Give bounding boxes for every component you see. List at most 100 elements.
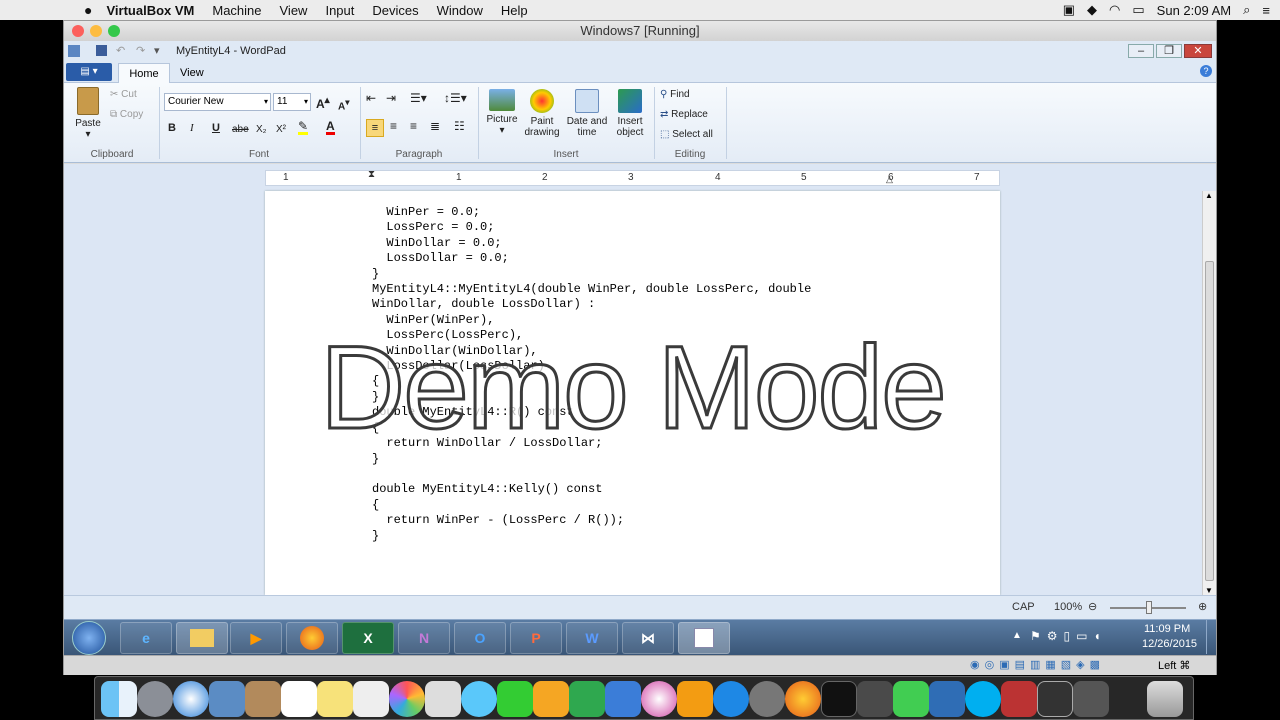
paragraph-icon[interactable]: ☷: [454, 120, 465, 132]
paint-drawing-button[interactable]: Paint drawing: [520, 89, 564, 138]
wordpad-app-icon[interactable]: [68, 45, 80, 57]
dock-app-icon[interactable]: [1001, 681, 1037, 717]
menu-view[interactable]: View: [280, 3, 308, 18]
tray-icons[interactable]: ⚑⚙▯▭◖: [1030, 629, 1107, 643]
italic-button[interactable]: I: [190, 123, 194, 134]
date-time-button[interactable]: Date and time: [564, 89, 610, 138]
dock-virtualbox-icon[interactable]: [929, 681, 965, 717]
battery-icon[interactable]: ▭: [1132, 2, 1144, 18]
dock-itunes-icon[interactable]: [641, 681, 677, 717]
decrease-indent-icon[interactable]: ⇤: [366, 92, 376, 104]
taskbar-date[interactable]: 12/26/2015: [1142, 638, 1197, 650]
highlight-icon[interactable]: ✎: [298, 120, 309, 135]
align-right-icon[interactable]: ≡: [410, 120, 417, 132]
zoom-in-icon[interactable]: ⊕: [1198, 600, 1207, 613]
minimize-icon[interactable]: [90, 25, 102, 37]
dock-numbers-icon[interactable]: [569, 681, 605, 717]
dock-firefox-icon[interactable]: [785, 681, 821, 717]
taskbar-ie-icon[interactable]: e: [120, 622, 172, 654]
scroll-thumb[interactable]: [1205, 261, 1214, 581]
menu-devices[interactable]: Devices: [372, 3, 418, 18]
taskbar-media-player-icon[interactable]: ▶: [230, 622, 282, 654]
bullets-icon[interactable]: ☰▾: [410, 92, 427, 104]
tab-home[interactable]: Home: [118, 63, 170, 84]
document-line[interactable]: double MyEntityL4::Kelly() const: [372, 482, 811, 497]
document-line[interactable]: [372, 467, 811, 482]
ruler[interactable]: 1 1 2 3 4 5 6 7 ⧗ △: [265, 169, 1000, 186]
taskbar-onenote-icon[interactable]: N: [398, 622, 450, 654]
show-desktop-button[interactable]: [1206, 620, 1216, 654]
windows-start-icon[interactable]: [72, 621, 106, 655]
close-button[interactable]: ✕: [1184, 44, 1212, 58]
dock-video-icon[interactable]: [1073, 681, 1109, 717]
facetime-icon[interactable]: ▣: [1063, 2, 1075, 18]
find-button[interactable]: ⚲ Find: [660, 89, 690, 100]
dock-terminal-icon[interactable]: [821, 681, 857, 717]
dropbox-icon[interactable]: ◆: [1087, 2, 1097, 18]
dock-keynote-icon[interactable]: [605, 681, 641, 717]
taskbar-explorer-icon[interactable]: [176, 622, 228, 654]
taskbar-excel-icon[interactable]: X: [342, 622, 394, 654]
picture-button[interactable]: Picture ▾: [482, 89, 522, 136]
underline-button[interactable]: U: [212, 123, 220, 134]
vm-device-icons[interactable]: ◉◎▣▤▥▦▧◈▩: [970, 658, 1105, 671]
dock-notes-icon[interactable]: [317, 681, 353, 717]
font-color-icon[interactable]: A: [326, 120, 335, 135]
copy-button[interactable]: ⧉ Copy: [110, 109, 143, 120]
line-spacing-icon[interactable]: ↕☰▾: [444, 92, 467, 104]
menu-help[interactable]: Help: [501, 3, 528, 18]
dock-reminders-icon[interactable]: [353, 681, 389, 717]
menu-clock[interactable]: Sun 2:09 AM: [1157, 3, 1231, 18]
help-icon[interactable]: ?: [1200, 65, 1212, 77]
font-name-select[interactable]: Courier New ▾: [164, 93, 271, 111]
document-line[interactable]: return WinPer - (LossPerc / R());: [372, 513, 811, 528]
menu-machine[interactable]: Machine: [212, 3, 261, 18]
insert-object-button[interactable]: Insert object: [612, 89, 648, 138]
apple-icon[interactable]: ●: [84, 2, 92, 18]
superscript-button[interactable]: X²: [276, 124, 286, 135]
dock-photos-icon[interactable]: [389, 681, 425, 717]
tray-show-hidden-icon[interactable]: ▲: [1012, 630, 1022, 641]
notification-icon[interactable]: ≡: [1262, 3, 1270, 18]
dock-ibooks-icon[interactable]: [677, 681, 713, 717]
undo-icon[interactable]: ↶: [116, 41, 125, 61]
redo-icon[interactable]: ↷: [136, 41, 145, 61]
taskbar-time[interactable]: 11:09 PM: [1144, 623, 1190, 635]
document-line[interactable]: WinPer = 0.0;: [372, 205, 811, 220]
menu-input[interactable]: Input: [325, 3, 354, 18]
select-all-button[interactable]: ⬚ Select all: [660, 129, 713, 140]
dock-system-preferences-icon[interactable]: [749, 681, 785, 717]
grow-font-icon[interactable]: A▴: [316, 95, 330, 110]
strikethrough-button[interactable]: abe: [232, 124, 249, 135]
font-size-select[interactable]: 11 ▾: [273, 93, 311, 111]
document-line[interactable]: {: [372, 498, 811, 513]
scroll-down-icon[interactable]: ▼: [1205, 586, 1213, 595]
justify-icon[interactable]: ≣: [430, 120, 440, 132]
dock-safari-icon[interactable]: [173, 681, 209, 717]
cut-button[interactable]: ✂ Cut: [110, 89, 137, 100]
dock-finder-icon[interactable]: [101, 681, 137, 717]
taskbar-visual-studio-icon[interactable]: ⋈: [622, 622, 674, 654]
dock-calendar-icon[interactable]: [281, 681, 317, 717]
vertical-scrollbar[interactable]: ▲ ▼: [1202, 191, 1216, 595]
menu-app-name[interactable]: VirtualBox VM: [106, 3, 194, 18]
close-icon[interactable]: [72, 25, 84, 37]
zoom-icon[interactable]: [108, 25, 120, 37]
spotlight-icon[interactable]: ⌕: [1243, 2, 1250, 18]
dock-messages-icon[interactable]: [461, 681, 497, 717]
scroll-up-icon[interactable]: ▲: [1205, 191, 1213, 200]
increase-indent-icon[interactable]: ⇥: [386, 92, 396, 104]
minimize-button[interactable]: –: [1128, 44, 1154, 58]
dock-facetime-icon[interactable]: [497, 681, 533, 717]
document-line[interactable]: MyEntityL4::MyEntityL4(double WinPer, do…: [372, 282, 811, 297]
zoom-out-icon[interactable]: ⊖: [1088, 600, 1097, 613]
quick-access-dropdown-icon[interactable]: ▾: [154, 41, 160, 61]
taskbar-outlook-icon[interactable]: O: [454, 622, 506, 654]
right-indent-marker-icon[interactable]: △: [886, 174, 893, 185]
dock-pages-icon[interactable]: [533, 681, 569, 717]
dock-preview-icon[interactable]: [209, 681, 245, 717]
dock-app-store-icon[interactable]: [713, 681, 749, 717]
paste-button[interactable]: Paste ▾: [72, 87, 104, 140]
document-line[interactable]: WinDollar, double LossDollar) :: [372, 297, 811, 312]
document-line[interactable]: }: [372, 267, 811, 282]
